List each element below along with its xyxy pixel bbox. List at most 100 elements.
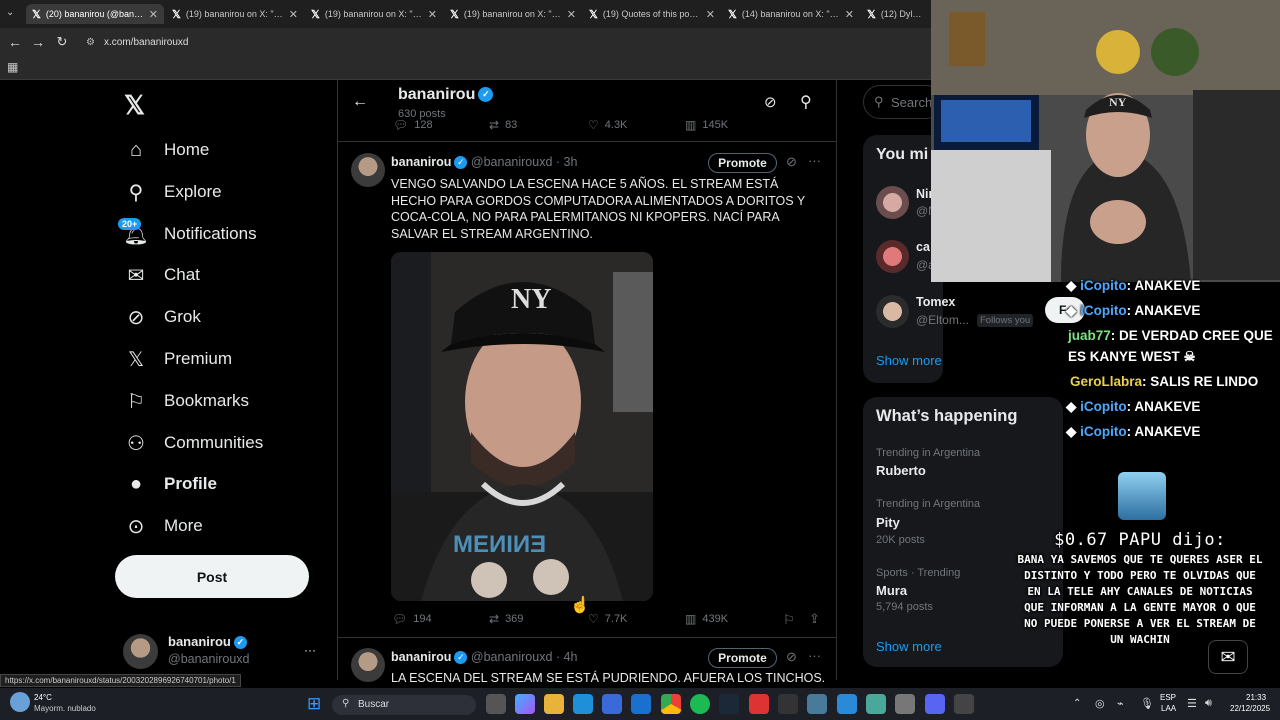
tweet-handle[interactable]: @bananirouxd [471,650,553,664]
like-action[interactable]: ♡ 7.7K [588,612,627,626]
tweet-more-icon[interactable]: ··· [808,648,821,663]
app-icon[interactable] [866,694,886,714]
taskbar-search[interactable]: ⚲ Buscar [332,695,476,715]
task-view-icon[interactable] [486,694,506,714]
forward-icon[interactable]: → [29,34,47,50]
back-icon[interactable]: ← [6,34,24,50]
grok-explain-icon[interactable]: ⊘ [786,154,797,170]
close-tab-icon[interactable]: ✕ [567,8,576,21]
trend-name[interactable]: Pity [876,515,900,530]
show-more-link[interactable]: Show more [876,353,942,368]
tweet-avatar[interactable] [351,648,385,682]
site-info-icon[interactable]: ⚙ [86,37,95,48]
microphone-icon[interactable]: 🎙︎ [1140,697,1154,710]
repost-action[interactable]: ⇄ 83 [489,118,517,132]
close-tab-icon[interactable]: ✕ [428,8,437,21]
wifi-icon[interactable]: ☰ [1187,697,1197,710]
tab-2[interactable]: 𝕏(19) bananirou on X: "para...✕ [305,4,443,24]
tweet-avatar[interactable] [351,153,385,187]
views-action[interactable]: ▥ 145K [685,118,728,132]
bookmark-icon[interactable]: ⚐ [783,612,795,628]
tweet-author-name[interactable]: bananirou [391,155,451,169]
trend-name[interactable]: Ruberto [876,463,926,478]
sidebar-item-communities[interactable]: ⚇ Communities [124,426,263,460]
outlook-icon[interactable] [631,694,651,714]
suggestion-avatar[interactable] [876,240,909,273]
tweet-photo[interactable]: NY MEИIИƎ [391,252,653,601]
sidebar-item-chat[interactable]: ✉ Chat [124,258,200,292]
suggestion-name[interactable]: ca [916,240,930,254]
reply-action[interactable]: 💬︎ 194 [392,612,432,626]
tab-5[interactable]: 𝕏 (14) bananirou on X: "me... ✕ [722,4,860,24]
share-icon[interactable]: ⇪ [809,611,820,627]
sidebar-item-bookmarks[interactable]: ⚐ Bookmarks [124,384,249,418]
tab-list-icon[interactable]: ⌄ [6,7,14,18]
back-arrow-icon[interactable]: ← [352,93,368,111]
post-button[interactable]: Post [115,555,309,598]
messages-drawer-icon[interactable]: ✉ [1208,640,1248,674]
network-icon[interactable]: ⌁ [1117,697,1124,710]
tab-0[interactable]: 𝕏 (20) bananirou (@banani... ✕ [26,4,164,24]
account-switcher[interactable]: bananirou ✓ [168,634,247,650]
sidebar-item-notifications[interactable]: 🔔︎ Notifications [123,217,256,251]
close-tab-icon[interactable]: ✕ [289,8,298,21]
close-tab-icon[interactable]: ✕ [149,8,158,21]
clock-time[interactable]: 21:33 [1246,693,1266,702]
account-avatar[interactable] [123,634,158,669]
weather-temp[interactable]: 24°C [34,693,52,702]
tweet-author-name[interactable]: bananirou [391,650,451,664]
x-logo-icon[interactable]: 𝕏 [124,90,145,121]
store-icon[interactable] [602,694,622,714]
sidebar-item-profile[interactable]: ● Profile [124,467,217,501]
app-icon[interactable] [954,694,974,714]
account-more-icon[interactable]: ··· [304,643,316,657]
sidebar-item-premium[interactable]: 𝕏 Premium [124,342,232,376]
tweet-handle[interactable]: @bananirouxd [471,155,553,169]
reply-action[interactable]: 💬︎ 128 [393,118,433,132]
tab-1[interactable]: 𝕏 (19) bananirou on X: "tira... ✕ [166,4,304,24]
file-explorer-icon[interactable] [544,694,564,714]
trend-name[interactable]: Mura [876,583,907,598]
sidebar-item-explore[interactable]: ⚲ Explore [124,175,222,209]
views-action[interactable]: ▥ 439K [685,612,728,626]
edge-icon[interactable] [573,694,593,714]
url-field[interactable]: x.com/bananirouxd [104,37,189,48]
promote-button[interactable]: Promote [708,153,777,173]
steam-icon[interactable] [719,694,739,714]
close-tab-icon[interactable]: ✕ [845,8,854,21]
tweet-time[interactable]: · 3h [556,155,578,169]
tweet-time[interactable]: · 4h [556,650,578,664]
volume-icon[interactable]: 🔊︎ [1205,697,1212,710]
sidebar-item-more[interactable]: ⊙ More [124,509,203,543]
settings-icon[interactable] [895,694,915,714]
like-action[interactable]: ♡ 4.3K [588,118,627,132]
promote-button[interactable]: Promote [708,648,777,668]
windows-start-icon[interactable]: ⊞ [307,694,321,714]
tray-chevron-icon[interactable]: ⌃ [1073,698,1081,709]
search-icon[interactable]: ⚲ [800,92,812,112]
weather-icon[interactable] [10,692,30,712]
spotify-icon[interactable] [690,694,710,714]
discord-icon[interactable] [925,694,945,714]
tweet-more-icon[interactable]: ··· [808,153,821,168]
close-tab-icon[interactable]: ✕ [706,8,715,21]
show-more-link[interactable]: Show more [876,639,942,654]
copilot-icon[interactable] [515,694,535,714]
tab-4[interactable]: 𝕏 (19) Quotes of this post /... ✕ [583,4,721,24]
grok-explain-icon[interactable]: ⊘ [786,649,797,665]
sidebar-item-grok[interactable]: ⊘ Grok [124,300,201,334]
suggestion-name[interactable]: Tomex [916,295,955,309]
app-icon[interactable] [837,694,857,714]
grok-icon[interactable]: ⊘ [764,93,777,111]
app-icon[interactable] [778,694,798,714]
sidebar-item-home[interactable]: ⌂ Home [124,133,209,167]
app-icon[interactable] [807,694,827,714]
suggestion-avatar[interactable] [876,295,909,328]
reload-icon[interactable]: ↻ [53,34,71,50]
apps-grid-icon[interactable]: ▦ [7,60,18,74]
chrome-icon[interactable] [661,694,681,714]
suggestion-avatar[interactable] [876,186,909,219]
tab-6[interactable]: 𝕏(12) Dylantero [861,4,931,24]
repost-action[interactable]: ⇄ 369 [489,612,523,626]
app-icon[interactable] [749,694,769,714]
